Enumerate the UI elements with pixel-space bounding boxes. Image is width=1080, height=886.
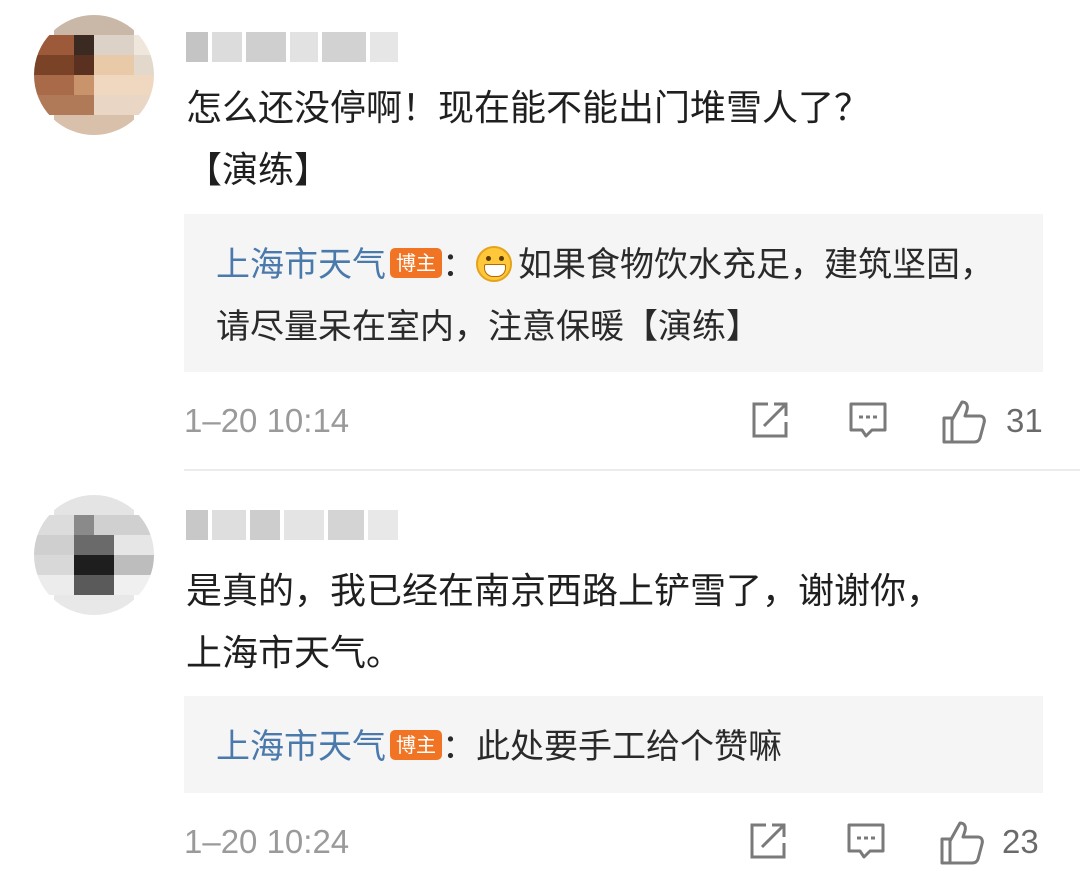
comment-item: 是真的，我已经在南京西路上铲雪了，谢谢你，上海市天气。 上海市天气 博主 ：此处要手… [0,471,1080,886]
reply-separator: ： [442,727,476,767]
avatar[interactable] [34,15,154,135]
reply-separator: ： [442,245,476,285]
forward-icon[interactable] [746,819,790,863]
blogger-badge: 博主 [390,729,442,760]
username-blurred[interactable] [186,30,398,64]
grin-emoji-icon [476,245,512,282]
timestamp: 1–20 10:14 [184,402,350,439]
username-blurred[interactable] [186,508,398,542]
blogger-badge: 博主 [390,247,442,278]
comment-meta: 1–20 10:24 23 [184,819,1044,869]
blogger-reply[interactable]: 上海市天气 博主：如果食物饮水充足，建筑坚固，请尽量呆在室内，注意保暖【演练】 [184,214,1043,372]
comment-icon[interactable] [846,398,890,442]
like-count: 23 [1002,823,1039,860]
comment-text: 怎么还没停啊！现在能不能出门堆雪人了？ 【演练】 [186,88,871,191]
comment-meta: 1–20 10:14 31 [184,398,1044,448]
avatar[interactable] [34,495,154,615]
blogger-reply[interactable]: 上海市天气 博主 ：此处要手工给个赞嘛 [184,696,1043,793]
forward-icon[interactable] [748,398,792,442]
comment-text: 是真的，我已经在南京西路上铲雪了，谢谢你，上海市天气。 [186,571,943,674]
comment-item: 怎么还没停啊！现在能不能出门堆雪人了？ 【演练】 上海市天气 博主：如果食物饮水充… [0,0,1080,470]
thumbs-up-icon[interactable] [940,398,988,446]
like-count: 31 [1006,402,1043,439]
reply-author-link[interactable]: 上海市天气 [216,727,386,767]
reply-text: 此处要手工给个赞嘛 [476,727,782,767]
comment-icon[interactable] [844,819,888,863]
thumbs-up-icon[interactable] [938,819,986,867]
reply-author-link[interactable]: 上海市天气 [216,245,386,285]
timestamp: 1–20 10:24 [184,823,350,860]
